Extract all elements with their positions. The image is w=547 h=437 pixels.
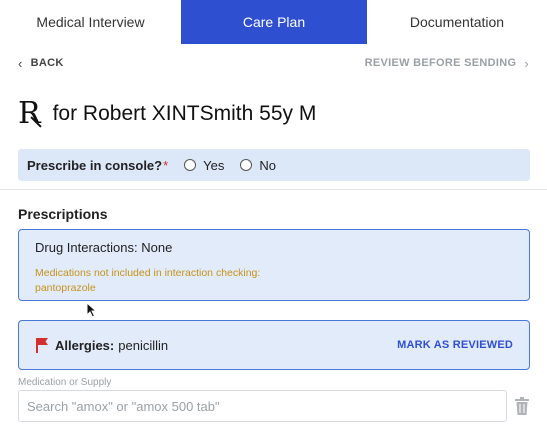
top-tab-bar: Medical Interview Care Plan Documentatio…	[0, 0, 547, 44]
radio-yes-label[interactable]: Yes	[203, 158, 224, 173]
radio-no-label[interactable]: No	[259, 158, 276, 173]
radio-no[interactable]	[240, 159, 253, 171]
medication-search-input[interactable]	[18, 390, 507, 422]
back-button[interactable]: ‹ BACK	[18, 56, 64, 71]
allergies-panel: Allergies: penicillin MARK AS REVIEWED	[18, 320, 530, 370]
patient-title: for Robert XINTSmith 55y M	[52, 102, 317, 125]
section-divider	[0, 189, 547, 190]
prescribe-in-console-row: Prescribe in console? * Yes No	[18, 149, 530, 181]
drug-interactions-panel: Drug Interactions: None Medications not …	[18, 229, 530, 301]
tab-medical-interview[interactable]: Medical Interview	[0, 0, 181, 44]
tab-care-plan[interactable]: Care Plan	[181, 0, 367, 44]
review-before-sending-button[interactable]: REVIEW BEFORE SENDING ›	[365, 56, 529, 71]
radio-yes[interactable]	[184, 159, 197, 171]
prescriptions-heading: Prescriptions	[18, 206, 108, 222]
chevron-right-icon: ›	[524, 55, 529, 71]
review-label: REVIEW BEFORE SENDING	[364, 57, 517, 69]
trash-icon[interactable]	[514, 397, 530, 415]
page-title: R for Robert XINTSmith 55y M	[18, 92, 316, 136]
mark-as-reviewed-button[interactable]: MARK AS REVIEWED	[397, 339, 513, 351]
back-label: BACK	[30, 57, 64, 69]
prescribe-in-console-label: Prescribe in console?	[27, 157, 163, 173]
medication-field-label: Medication or Supply	[18, 377, 112, 388]
step-navigation: ‹ BACK REVIEW BEFORE SENDING ›	[18, 54, 529, 72]
interaction-warning: Medications not included in interaction …	[35, 266, 529, 296]
tab-documentation[interactable]: Documentation	[367, 0, 547, 44]
rx-icon: R	[18, 96, 41, 131]
mouse-cursor-icon	[86, 302, 98, 318]
flag-icon	[36, 338, 48, 353]
drug-interactions-title: Drug Interactions: None	[35, 240, 173, 255]
interaction-warning-text: Medications not included in interaction …	[35, 267, 261, 279]
required-marker: *	[163, 157, 169, 173]
allergies-value: penicillin	[118, 337, 169, 353]
chevron-left-icon: ‹	[18, 55, 23, 71]
interaction-excluded-meds: pantoprazole	[35, 282, 96, 294]
allergies-label: Allergies:	[55, 337, 115, 353]
